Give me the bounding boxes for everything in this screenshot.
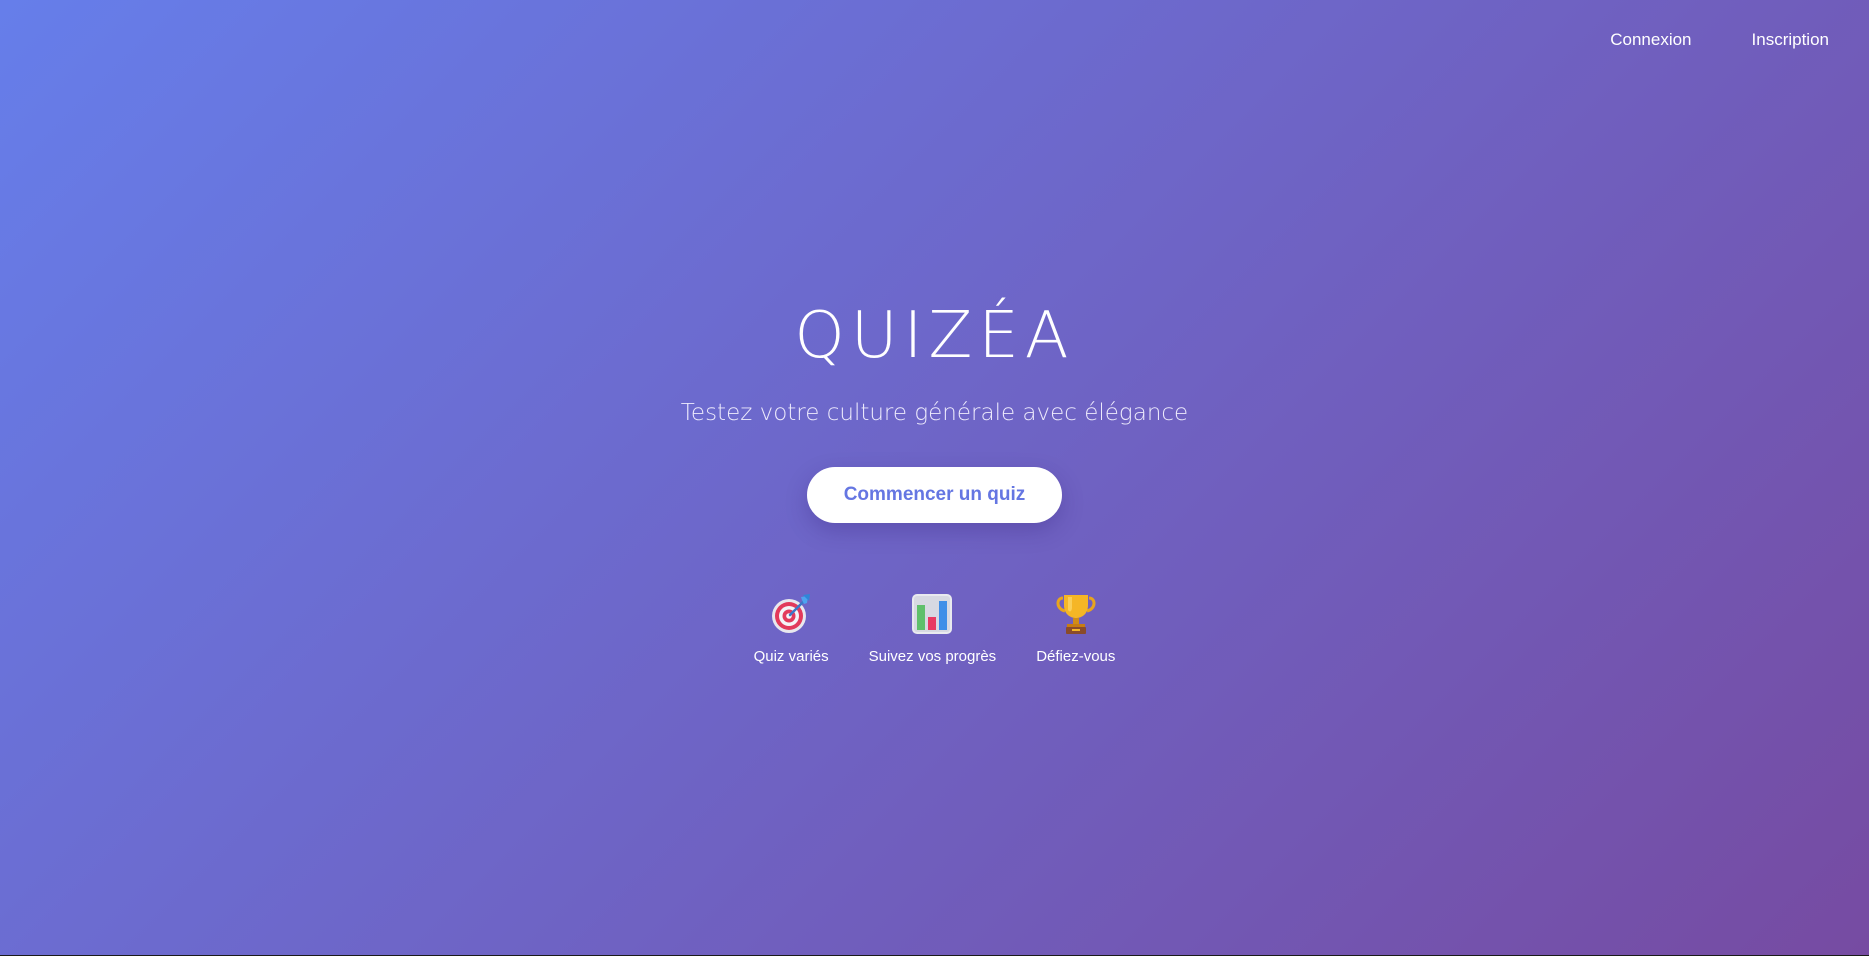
feature-label: Défiez-vous xyxy=(1036,648,1116,665)
app-title: QUIZÉA xyxy=(794,299,1075,373)
landing-background: Connexion Inscription QUIZÉA Testez votr… xyxy=(0,0,1869,955)
feature-item-progress: Suivez vos progrès xyxy=(868,592,997,665)
feature-label: Suivez vos progrès xyxy=(868,648,997,665)
bar-chart-icon xyxy=(910,592,954,636)
feature-item-challenge: Défiez-vous xyxy=(1036,592,1115,665)
top-nav: Connexion Inscription xyxy=(1610,30,1829,50)
target-dart-icon xyxy=(769,592,813,636)
feature-label: Quiz variés xyxy=(753,648,829,665)
login-link[interactable]: Connexion xyxy=(1610,30,1691,50)
signup-link[interactable]: Inscription xyxy=(1752,30,1829,50)
feature-item-quiz-varies: Quiz variés xyxy=(754,592,829,665)
tagline: Testez votre culture générale avec éléga… xyxy=(680,400,1189,426)
start-quiz-button[interactable]: Commencer un quiz xyxy=(807,467,1062,523)
feature-list: Quiz variés Suivez vos progrès Défiez-vo… xyxy=(0,592,1869,665)
page: Connexion Inscription QUIZÉA Testez votr… xyxy=(0,0,1869,956)
trophy-icon xyxy=(1054,592,1098,636)
